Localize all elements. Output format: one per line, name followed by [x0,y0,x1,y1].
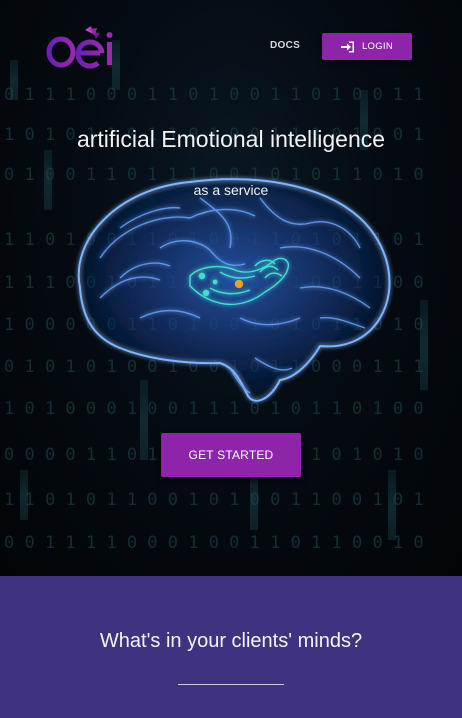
svg-text:1 1 0 1 0 1 1 0 0 1 0 1 0 0 1: 1 1 0 1 0 1 1 0 0 1 0 1 0 0 1 1 0 0 1 0 … [4,490,424,510]
svg-text:0 0 1 1 1 1 0 0 0 1 0 0 1 1 0: 0 0 1 1 1 1 0 0 0 1 0 0 1 1 0 1 1 0 0 1 … [4,533,424,553]
get-started-label: GET STARTED [188,448,274,462]
sign-in-icon [340,41,355,53]
section-title: What's in your clients' minds? [99,630,363,652]
amygdala-highlight-dot [234,279,244,289]
section-divider [178,684,284,685]
aei-logo[interactable] [45,24,119,70]
landing-page: 0 1 1 1 0 0 0 1 1 0 1 0 0 1 1 0 1 0 0 1 … [0,0,462,718]
glowing-brain-illustration [77,178,391,402]
top-navbar: DOCS LOGIN [0,0,462,90]
get-started-button[interactable]: GET STARTED [161,433,301,477]
hero-section: 0 1 1 1 0 0 0 1 1 0 1 0 0 1 1 0 1 0 0 1 … [0,0,462,576]
hero-headline: artificial Emotional intelligence [76,126,386,152]
login-button[interactable]: LOGIN [322,33,412,60]
docs-link[interactable]: DOCS [270,40,300,51]
login-label: LOGIN [361,41,394,52]
hero-subline: as a service [193,182,269,198]
clients-minds-section: What's in your clients' minds? [0,576,462,718]
